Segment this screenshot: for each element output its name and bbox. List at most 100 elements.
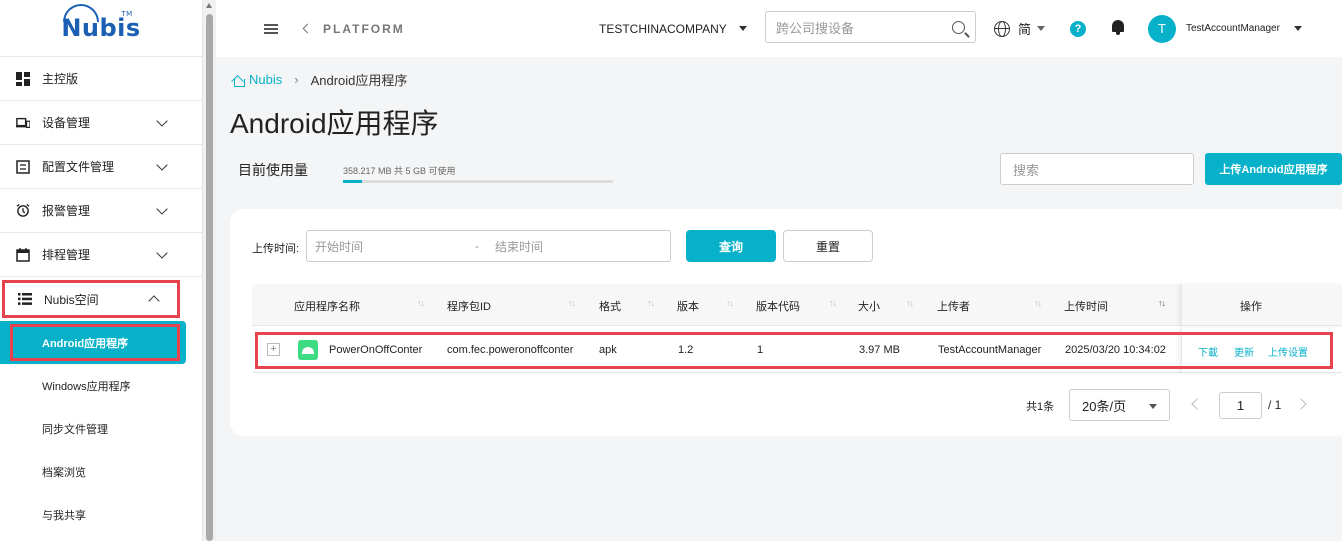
start-date-input[interactable]: 开始时间 bbox=[315, 238, 475, 255]
calendar-icon bbox=[16, 247, 30, 262]
nubis-logo[interactable]: Nubis TM bbox=[0, 0, 202, 57]
column-header-package-id[interactable]: 程序包ID bbox=[447, 298, 491, 314]
sort-icon[interactable]: ↑↓ bbox=[829, 298, 837, 308]
sort-desc-icon[interactable]: ↑↓ bbox=[1158, 298, 1166, 308]
caret-down-icon bbox=[1293, 26, 1302, 31]
app-search-input[interactable]: 搜索 bbox=[1000, 153, 1194, 185]
sort-icon[interactable]: ↑↓ bbox=[417, 298, 425, 308]
alarm-icon bbox=[16, 203, 30, 218]
chevron-up-icon bbox=[148, 295, 160, 307]
column-header-format[interactable]: 格式 bbox=[599, 298, 621, 314]
usage-label: 目前使用量 bbox=[238, 162, 308, 178]
cloud-icon bbox=[63, 4, 100, 22]
sidebar-item-label: 排程管理 bbox=[42, 248, 91, 262]
sidebar-subitem-sync-files[interactable]: 同步文件管理 bbox=[0, 407, 202, 450]
logo-tm: TM bbox=[121, 10, 133, 18]
actions-column-header: 操作 bbox=[1181, 284, 1342, 326]
date-range-separator: - bbox=[475, 239, 479, 253]
page-size-value: 20条/页 bbox=[1082, 398, 1127, 414]
breadcrumb: Nubis › Android应用程序 bbox=[232, 70, 407, 89]
sidebar-item-profiles[interactable]: 配置文件管理 bbox=[0, 145, 202, 189]
date-range-picker[interactable]: 开始时间 - 结束时间 bbox=[306, 230, 671, 262]
platform-label: PLATFORM bbox=[323, 21, 405, 36]
company-selector[interactable]: TESTCHINACOMPANY bbox=[599, 22, 747, 36]
home-icon[interactable] bbox=[232, 74, 245, 87]
sidebar-subitem-android-apps[interactable]: Android应用程序 bbox=[0, 321, 186, 364]
column-header-version-code[interactable]: 版本代码 bbox=[756, 298, 800, 314]
upload-time-label: 上传时间: bbox=[252, 243, 300, 255]
column-header-upload-time[interactable]: 上传时间 bbox=[1064, 298, 1108, 314]
sidebar: Nubis TM 主控版 设备管理 配置文件管理 报警管理 排程管理 Nubis… bbox=[0, 0, 203, 541]
user-name: TestAccountManager bbox=[1186, 23, 1280, 34]
caret-down-icon bbox=[1149, 404, 1157, 409]
sort-icon[interactable]: ↑↓ bbox=[906, 298, 914, 308]
sort-icon[interactable]: ↑↓ bbox=[647, 298, 655, 308]
usage-text: 358.217 MB 共 5 GB 可使用 bbox=[343, 166, 456, 176]
sidebar-item-devices[interactable]: 设备管理 bbox=[0, 101, 202, 145]
user-menu[interactable]: TestAccountManager bbox=[1186, 23, 1302, 34]
sidebar-subitem-shared-with-me[interactable]: 与我共享 bbox=[0, 493, 202, 536]
help-icon[interactable]: ? bbox=[1070, 20, 1086, 37]
column-header-app-name[interactable]: 应用程序名称 bbox=[294, 298, 360, 314]
avatar[interactable]: T bbox=[1148, 14, 1176, 43]
search-placeholder: 跨公司搜设备 bbox=[776, 20, 855, 36]
caret-down-icon bbox=[738, 26, 747, 31]
chevron-left-icon[interactable] bbox=[302, 23, 313, 34]
sidebar-item-label: 配置文件管理 bbox=[42, 160, 115, 174]
chevron-down-icon bbox=[156, 202, 168, 215]
language-label: 简 bbox=[1018, 22, 1032, 37]
dashboard-icon bbox=[16, 71, 30, 86]
caret-down-icon bbox=[1037, 26, 1046, 31]
scrollbar-thumb[interactable] bbox=[206, 14, 213, 541]
pager-total: 共1条 bbox=[1026, 401, 1055, 413]
breadcrumb-current: Android应用程序 bbox=[310, 73, 408, 88]
usage-progress-bar bbox=[343, 180, 613, 183]
company-name: TESTCHINACOMPANY bbox=[599, 21, 727, 36]
sidebar-item-nubis-space[interactable]: Nubis空间 bbox=[2, 280, 180, 318]
globe-icon bbox=[994, 20, 1010, 37]
devices-icon bbox=[16, 116, 30, 130]
menu-icon[interactable] bbox=[264, 23, 278, 34]
page-title: Android应用程序 bbox=[230, 108, 439, 139]
end-date-input[interactable]: 结束时间 bbox=[495, 238, 543, 255]
list-icon bbox=[18, 292, 32, 306]
page-count: / 1 bbox=[1268, 398, 1282, 412]
upload-android-app-button[interactable]: 上传Android应用程序 bbox=[1205, 153, 1342, 185]
sidebar-subitem-windows-apps[interactable]: Windows应用程序 bbox=[0, 364, 202, 407]
sort-icon[interactable]: ↑↓ bbox=[1034, 298, 1042, 308]
sidebar-item-alarms[interactable]: 报警管理 bbox=[0, 189, 202, 233]
table-header: 应用程序名称 ↑↓ 程序包ID ↑↓ 格式 ↑↓ 版本 ↑↓ 版本代码 ↑↓ 大… bbox=[252, 284, 1342, 326]
chevron-down-icon bbox=[156, 246, 168, 259]
breadcrumb-separator: › bbox=[294, 72, 299, 87]
sidebar-item-dashboard[interactable]: 主控版 bbox=[0, 57, 202, 101]
sidebar-item-label: 设备管理 bbox=[42, 116, 91, 130]
sort-icon[interactable]: ↑↓ bbox=[726, 298, 734, 308]
page-number-input[interactable]: 1 bbox=[1219, 392, 1262, 419]
search-icon[interactable] bbox=[952, 20, 965, 34]
column-header-uploader[interactable]: 上传者 bbox=[937, 298, 970, 314]
scroll-up-icon[interactable] bbox=[206, 3, 212, 8]
breadcrumb-home[interactable]: Nubis bbox=[249, 72, 282, 87]
bell-icon[interactable] bbox=[1112, 20, 1124, 35]
chevron-down-icon bbox=[156, 114, 168, 127]
sidebar-item-label: Nubis空间 bbox=[44, 292, 99, 307]
language-selector[interactable]: 简 bbox=[994, 19, 1046, 38]
cross-company-search-input[interactable]: 跨公司搜设备 bbox=[765, 11, 976, 43]
sidebar-item-schedule[interactable]: 排程管理 bbox=[0, 233, 202, 277]
usage-progress-fill bbox=[343, 180, 362, 183]
sidebar-scrollbar[interactable] bbox=[203, 0, 216, 541]
sort-icon[interactable]: ↑↓ bbox=[568, 298, 576, 308]
column-header-version[interactable]: 版本 bbox=[677, 298, 699, 314]
sidebar-item-label: 主控版 bbox=[42, 72, 79, 86]
sidebar-subitem-file-browser[interactable]: 档案浏览 bbox=[0, 450, 202, 493]
profile-icon bbox=[16, 159, 30, 174]
app-search-placeholder: 搜索 bbox=[1013, 162, 1040, 178]
row-highlight-outline bbox=[255, 332, 1333, 369]
query-button[interactable]: 查询 bbox=[686, 230, 776, 262]
page-size-select[interactable]: 20条/页 bbox=[1069, 389, 1170, 421]
top-header: PLATFORM TESTCHINACOMPANY 跨公司搜设备 简 ? T T… bbox=[216, 0, 1342, 57]
column-header-size[interactable]: 大小 bbox=[858, 298, 880, 314]
reset-button[interactable]: 重置 bbox=[783, 230, 873, 262]
sidebar-item-label: 报警管理 bbox=[42, 204, 91, 218]
chevron-down-icon bbox=[156, 158, 168, 171]
